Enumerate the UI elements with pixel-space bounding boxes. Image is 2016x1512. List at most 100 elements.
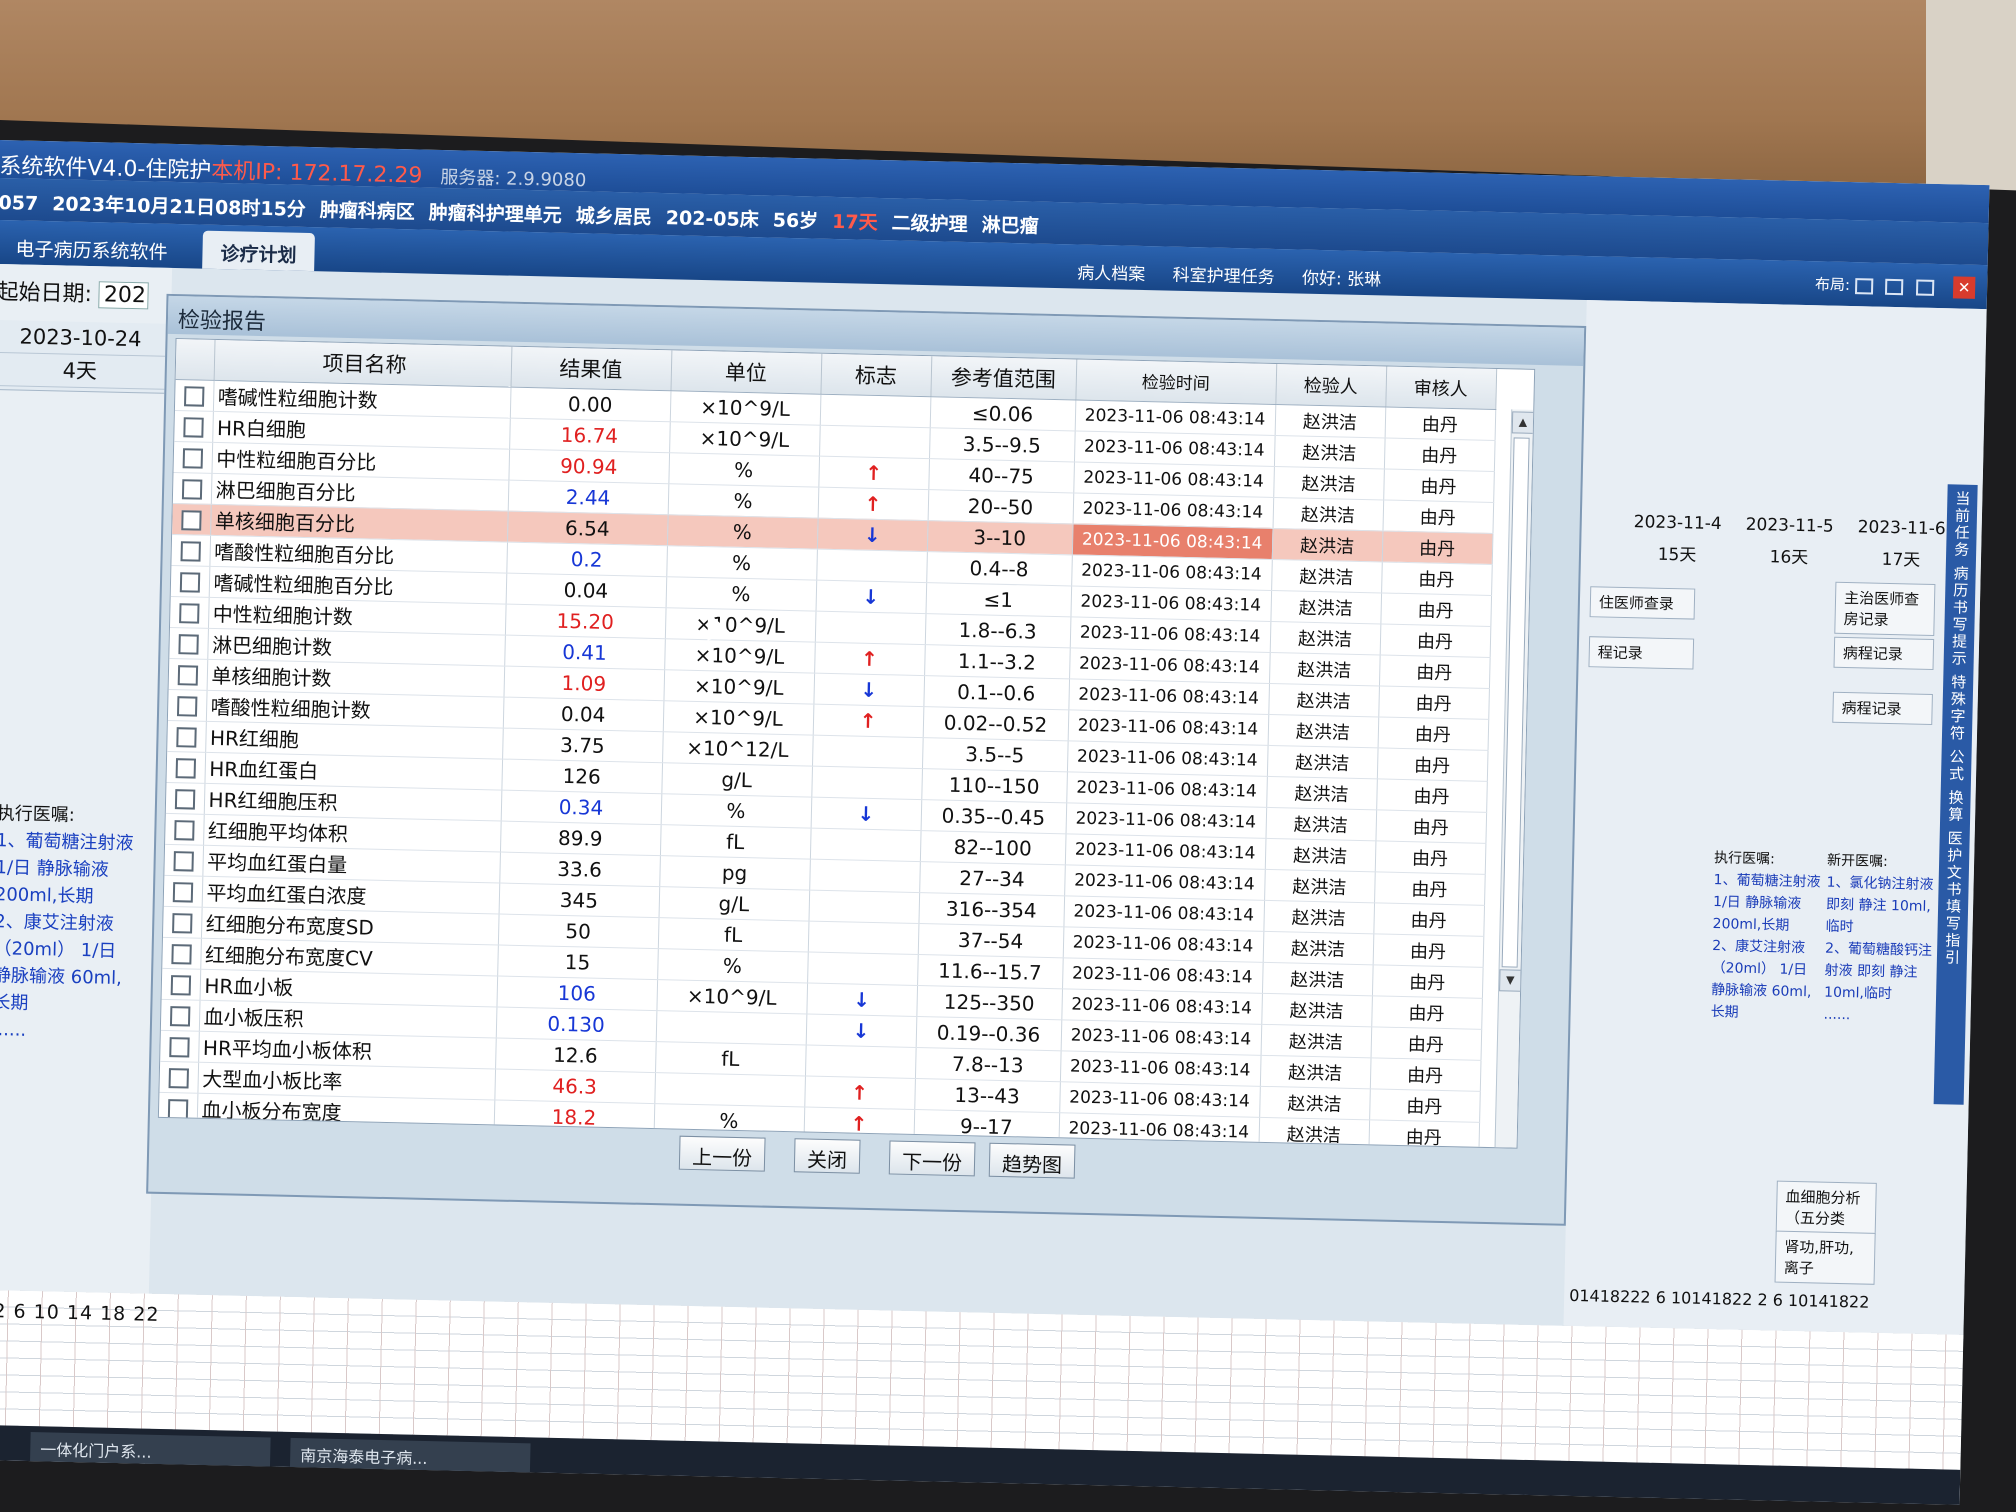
reviewer-cell: 由丹 (1372, 933, 1484, 967)
checkbox[interactable] (173, 820, 195, 841)
exec-orders-right: 执行医嘱: 1、葡萄糖注射液 1/日 静脉输液 200ml,长期 2、康艾注射液… (1710, 847, 1824, 1025)
progress-record-button[interactable]: 程记录 (1588, 636, 1695, 670)
row-checkbox[interactable] (172, 503, 211, 535)
blood-cell-analysis-button[interactable]: 血细胞分析（五分类 (1775, 1180, 1877, 1235)
tester-cell: 赵洪洁 (1269, 651, 1380, 686)
reference-range-cell: 3.5--9.5 (929, 427, 1075, 462)
col-unit[interactable]: 单位 (670, 350, 822, 394)
next-report-button[interactable]: 下一份 (888, 1140, 976, 1177)
table-scrollbar[interactable]: ▲ ▼ (1494, 409, 1535, 1149)
patient-file-button[interactable]: 病人档案 (1077, 263, 1145, 285)
row-checkbox[interactable] (174, 410, 213, 442)
checkbox[interactable] (179, 572, 200, 593)
checkbox[interactable] (178, 603, 200, 624)
tester-cell: 赵洪洁 (1267, 713, 1379, 748)
reviewer-cell: 由丹 (1380, 592, 1492, 626)
layout-3-icon[interactable] (1916, 279, 1935, 296)
checkbox[interactable] (170, 975, 191, 996)
scroll-up-icon[interactable]: ▲ (1511, 411, 1535, 434)
scroll-down-icon[interactable]: ▼ (1499, 969, 1522, 992)
checkbox[interactable] (176, 727, 197, 748)
close-window-icon[interactable]: ✕ (1952, 276, 1976, 299)
row-checkbox[interactable] (165, 812, 204, 845)
checkbox[interactable] (174, 789, 196, 810)
row-checkbox[interactable] (160, 1029, 199, 1062)
patient-age: 56岁 (772, 209, 819, 233)
checkbox[interactable] (173, 851, 194, 872)
tab-treatment-plan[interactable]: 诊疗计划 (202, 230, 315, 272)
row-checkbox[interactable] (170, 564, 210, 597)
scroll-thumb[interactable] (1501, 437, 1530, 968)
row-checkbox[interactable] (161, 967, 201, 1000)
prev-report-button[interactable]: 上一份 (678, 1135, 766, 1172)
checkbox[interactable] (183, 386, 205, 407)
resident-round-record-button[interactable]: 住医师查录 (1589, 586, 1696, 620)
checkbox[interactable] (172, 882, 193, 903)
row-checkbox[interactable] (162, 936, 201, 969)
checkbox[interactable] (183, 417, 204, 438)
col-tester[interactable]: 检验人 (1275, 364, 1387, 407)
col-result[interactable]: 结果值 (510, 346, 672, 391)
progress-record-button[interactable]: 病程记录 (1832, 691, 1933, 725)
trend-chart-button[interactable]: 趋势图 (988, 1142, 1076, 1179)
row-checkbox[interactable] (172, 472, 212, 504)
checkbox[interactable] (178, 634, 199, 655)
row-checkbox[interactable] (165, 781, 205, 814)
checkbox[interactable] (171, 913, 193, 934)
row-checkbox[interactable] (164, 843, 204, 876)
col-item-name[interactable]: 项目名称 (213, 339, 512, 387)
checkbox[interactable] (171, 944, 192, 965)
checkbox[interactable] (168, 1037, 190, 1058)
row-checkbox[interactable] (168, 657, 208, 690)
row-checkbox[interactable] (167, 719, 206, 752)
row-checkbox[interactable] (167, 688, 207, 721)
checkbox[interactable] (181, 479, 203, 500)
row-checkbox[interactable] (158, 1091, 198, 1124)
exec-order-line: 长期 (0, 992, 29, 1014)
nursing-unit: 肿瘤科护理单元 (428, 201, 563, 227)
row-checkbox[interactable] (160, 998, 200, 1031)
checkbox[interactable] (180, 541, 201, 562)
liver-kidney-function-button[interactable]: 肾功,肝功,离子 (1774, 1230, 1876, 1285)
row-checkbox[interactable] (163, 874, 203, 907)
patient-id: 057 (0, 191, 39, 215)
attending-round-record-button[interactable]: 主治医师查房记录 (1834, 581, 1936, 637)
reviewer-cell: 由丹 (1384, 406, 1496, 440)
col-flag[interactable]: 标志 (820, 353, 932, 397)
col-reference[interactable]: 参考值范围 (930, 356, 1077, 400)
layout-1-icon[interactable] (1854, 277, 1874, 295)
unit-cell: % (653, 1103, 805, 1138)
result-value-cell: 15.20 (504, 603, 666, 639)
row-checkbox[interactable] (159, 1060, 199, 1093)
close-button[interactable]: 关闭 (793, 1138, 861, 1174)
row-checkbox[interactable] (166, 750, 206, 783)
reference-range-cell: 0.4--8 (926, 551, 1072, 586)
row-checkbox[interactable] (174, 379, 214, 411)
reviewer-cell: 由丹 (1374, 871, 1485, 905)
checkbox[interactable] (180, 510, 202, 531)
row-checkbox[interactable] (171, 534, 211, 566)
row-checkbox[interactable] (169, 595, 209, 628)
start-date-input[interactable]: 202 (98, 281, 150, 310)
checkbox[interactable] (177, 665, 198, 686)
col-reviewer[interactable]: 审核人 (1385, 366, 1497, 409)
date-label: 2023-10-24 (0, 319, 166, 357)
tester-cell: 赵洪洁 (1274, 404, 1386, 438)
row-checkbox[interactable] (173, 441, 213, 473)
checkbox[interactable] (175, 758, 196, 779)
row-checkbox[interactable] (162, 905, 202, 938)
checkbox[interactable] (169, 1006, 191, 1027)
progress-record-button[interactable]: 病程记录 (1833, 636, 1935, 671)
checkbox[interactable] (182, 448, 203, 469)
checkbox[interactable] (168, 1068, 189, 1089)
col-test-time[interactable]: 检验时间 (1075, 359, 1277, 405)
checkbox[interactable] (176, 696, 198, 717)
new-order-line: 1、氯化钠注射液 (1826, 874, 1934, 894)
tab-emr[interactable]: 电子病历系统软件 (0, 226, 186, 268)
dept-tasks-button[interactable]: 科室护理任务 (1172, 266, 1274, 288)
layout-2-icon[interactable] (1885, 278, 1904, 295)
row-checkbox[interactable] (169, 626, 208, 659)
new-order-line: 10ml,临时 (1823, 984, 1893, 1003)
checkbox[interactable] (167, 1099, 189, 1120)
reviewer-cell: 由丹 (1369, 1088, 1480, 1122)
